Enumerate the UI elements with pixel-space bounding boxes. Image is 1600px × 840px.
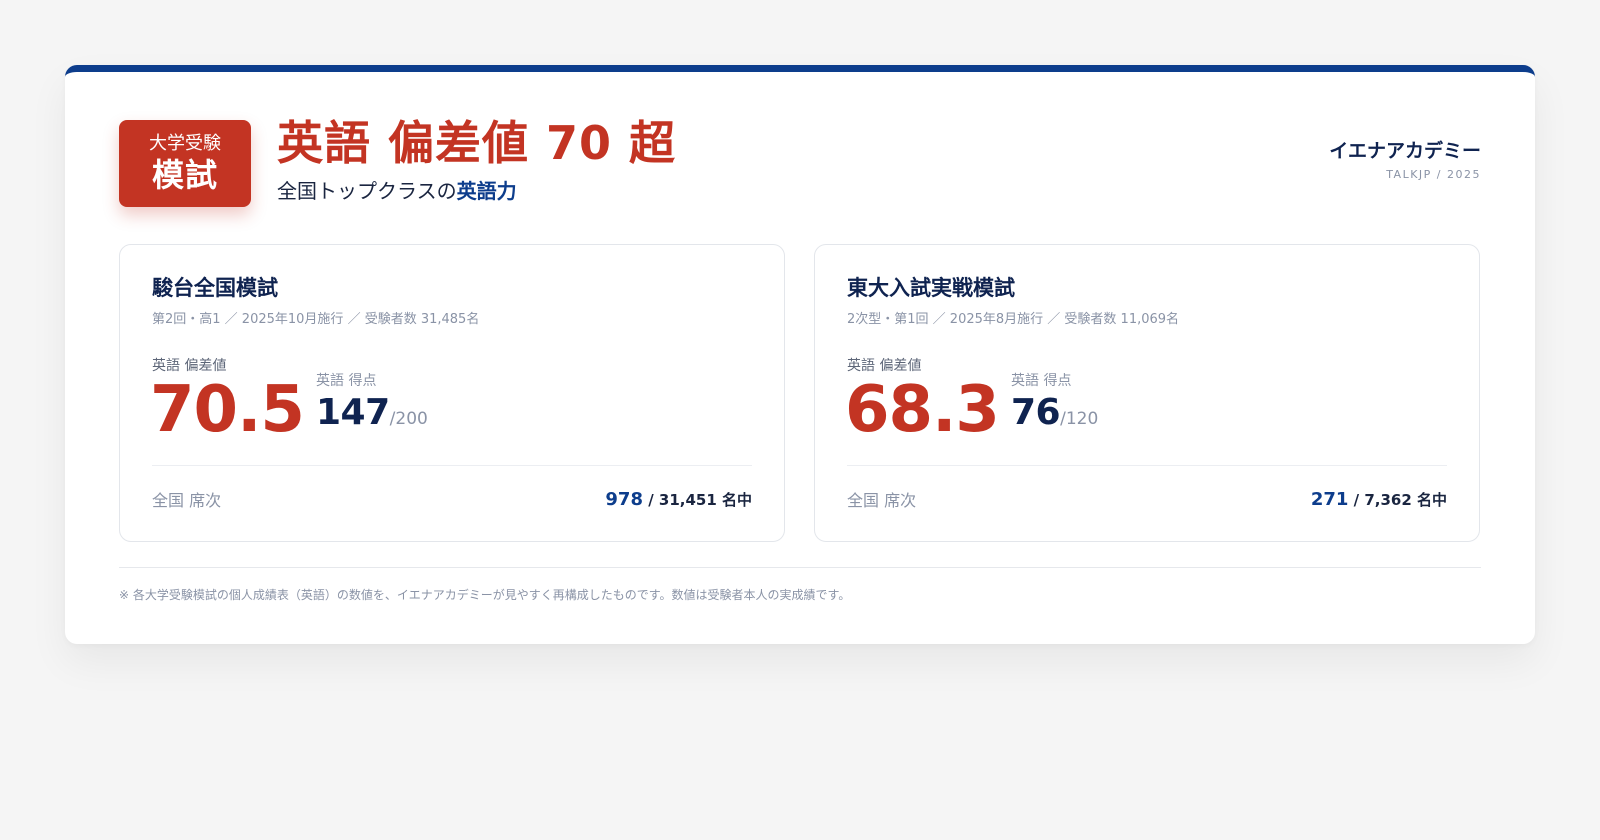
badge-top-text: 大学受験 — [149, 133, 221, 154]
deviation-value: 68.3 — [845, 373, 1000, 447]
rank-total: / 7,362 名中 — [1348, 491, 1447, 509]
subline: 全国トップクラスの英語力 — [277, 178, 517, 204]
panel-divider — [152, 465, 752, 466]
brand-name: イエナアカデミー — [1329, 140, 1481, 162]
badge-main-text: 模試 — [151, 156, 218, 194]
result-panel-todai: 東大入試実戦模試 2次型・第1回 ／ 2025年8月施行 ／ 受験者数 11,0… — [814, 244, 1480, 542]
score-number: 76 — [1011, 392, 1061, 433]
result-panel-sundai: 駿台全国模試 第2回・高1 ／ 2025年10月施行 ／ 受験者数 31,485… — [119, 244, 785, 542]
rank-label: 全国 席次 — [152, 491, 222, 510]
footer-divider — [119, 567, 1481, 568]
headline: 英語 偏差値 70 超 — [277, 116, 677, 170]
exam-meta: 第2回・高1 ／ 2025年10月施行 ／ 受験者数 31,485名 — [152, 312, 480, 327]
score-number: 147 — [316, 392, 390, 433]
rank-value: 271 / 7,362 名中 — [1311, 489, 1447, 511]
rank-number: 271 — [1310, 489, 1349, 510]
rank-label: 全国 席次 — [847, 491, 917, 510]
score-value: 147/200 — [316, 391, 428, 441]
brand-subtitle: TALKJP / 2025 — [1386, 168, 1481, 181]
exam-title: 駿台全国模試 — [152, 276, 278, 300]
score-max: /200 — [389, 409, 428, 429]
rank-value: 978 / 31,451 名中 — [605, 489, 752, 511]
score-label: 英語 得点 — [316, 373, 377, 389]
panel-divider — [847, 465, 1447, 466]
subline-accent: 英語力 — [456, 179, 517, 203]
footnote: ※ 各大学受験模試の個人成績表（英語）の数値を、イエナアカデミーが見やすく再構成… — [119, 588, 851, 602]
score-card: 大学受験 模試 英語 偏差値 70 超 全国トップクラスの英語力 イエナアカデミ… — [65, 65, 1535, 644]
rank-number: 978 — [605, 489, 643, 510]
exam-meta: 2次型・第1回 ／ 2025年8月施行 ／ 受験者数 11,069名 — [847, 312, 1180, 327]
rank-total: / 31,451 名中 — [642, 491, 752, 509]
score-label: 英語 得点 — [1011, 373, 1072, 389]
exam-title: 東大入試実戦模試 — [847, 276, 1015, 300]
subline-prefix: 全国トップクラスの — [277, 179, 457, 203]
score-max: /120 — [1060, 409, 1099, 429]
score-value: 76/120 — [1011, 391, 1098, 441]
deviation-value: 70.5 — [150, 373, 305, 447]
exam-badge: 大学受験 模試 — [119, 120, 251, 207]
